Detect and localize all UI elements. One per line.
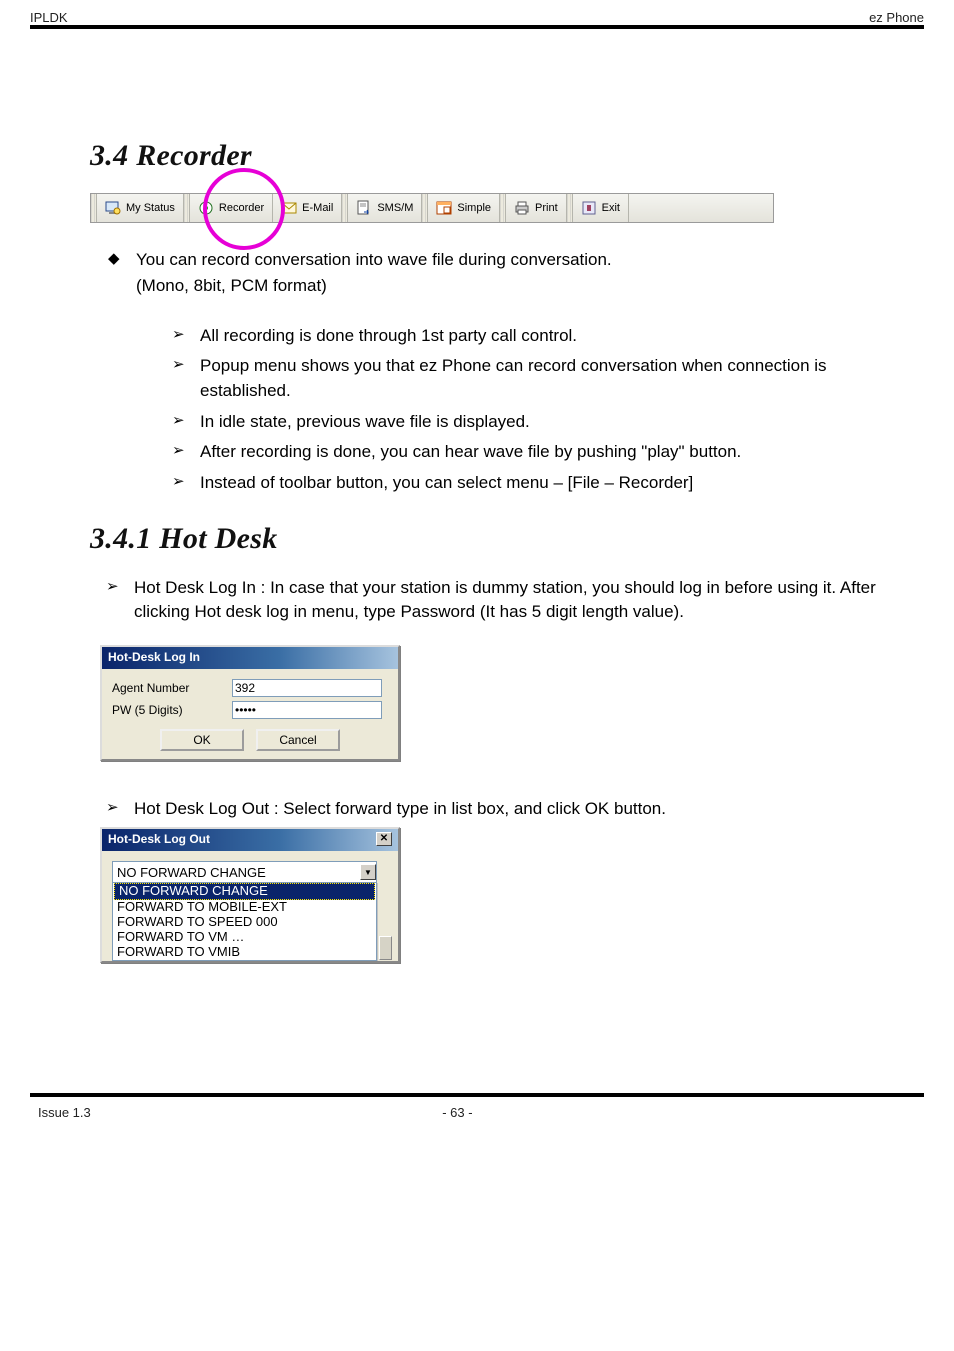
pw-input[interactable]	[232, 701, 382, 719]
close-icon[interactable]: ✕	[376, 832, 392, 846]
agent-number-input[interactable]	[232, 679, 382, 697]
scroll-thumb[interactable]	[379, 936, 392, 960]
login-title: Hot-Desk Log In	[108, 650, 200, 664]
forward-opt-3[interactable]: FORWARD TO VM …	[113, 930, 376, 945]
toolbar-exit-label: Exit	[602, 202, 620, 214]
forward-selected: NO FORWARD CHANGE	[117, 865, 266, 880]
header-right: ez Phone	[869, 10, 924, 25]
forward-opt-4[interactable]: FORWARD TO VMIB	[113, 945, 376, 960]
toolbar-sms[interactable]: SMS/M	[348, 194, 422, 222]
toolbar-email-label: E-Mail	[302, 202, 333, 214]
toolbar-my-status-label: My Status	[126, 202, 175, 214]
cancel-button[interactable]: Cancel	[256, 729, 340, 751]
pw-label: PW (5 Digits)	[112, 703, 232, 717]
login-para: Hot Desk Log In : In case that your stat…	[104, 576, 884, 625]
logout-para: Hot Desk Log Out : Select forward type i…	[104, 797, 884, 822]
forward-opt-0[interactable]: NO FORWARD CHANGE	[114, 883, 375, 900]
toolbar-simple-label: Simple	[457, 202, 491, 214]
logout-title: Hot-Desk Log Out	[108, 832, 210, 846]
toolbar-exit[interactable]: Exit	[573, 194, 629, 222]
hotdesk-login-dialog: Hot-Desk Log In Agent Number PW (5 Digit…	[100, 645, 400, 761]
toolbar: My Status Recorder E-Mail SMS/M	[90, 193, 774, 223]
intro-diamond: You can record conversation into wave fi…	[106, 247, 848, 496]
issue-text: Issue 1.3	[38, 1105, 91, 1120]
hotdesk-logout-dialog: Hot-Desk Log Out ✕ NO FORWARD CHANGE ▼ N…	[100, 827, 400, 963]
window-icon	[436, 200, 452, 216]
header-rule	[30, 25, 924, 29]
forward-opt-1[interactable]: FORWARD TO MOBILE-EXT	[113, 900, 376, 915]
forward-opt-2[interactable]: FORWARD TO SPEED 000	[113, 915, 376, 930]
toolbar-print[interactable]: Print	[506, 194, 567, 222]
login-titlebar: Hot-Desk Log In	[102, 647, 398, 669]
monitor-icon	[105, 200, 121, 216]
header-left: IPLDK	[30, 10, 68, 25]
page-header: IPLDK ez Phone	[30, 10, 924, 25]
printer-icon	[514, 200, 530, 216]
toolbar-recorder-label: Recorder	[219, 202, 264, 214]
agent-label: Agent Number	[112, 681, 232, 695]
intro-point-1: Popup menu shows you that ez Phone can r…	[170, 354, 848, 403]
intro-point-4: Instead of toolbar button, you can selec…	[170, 471, 848, 496]
intro-point-0: All recording is done through 1st party …	[170, 324, 848, 349]
toolbar-recorder[interactable]: Recorder	[190, 194, 273, 222]
intro-point-2: In idle state, previous wave file is dis…	[170, 410, 848, 435]
toolbar-email[interactable]: E-Mail	[273, 194, 342, 222]
toolbar-my-status[interactable]: My Status	[97, 194, 184, 222]
recorder-icon	[198, 200, 214, 216]
chevron-down-icon[interactable]: ▼	[360, 864, 376, 880]
toolbar-sms-label: SMS/M	[377, 202, 413, 214]
forward-combo[interactable]: NO FORWARD CHANGE ▼	[112, 861, 377, 883]
page-number: - 63 -	[442, 1105, 472, 1120]
ok-button[interactable]: OK	[160, 729, 244, 751]
logout-titlebar: Hot-Desk Log Out ✕	[102, 829, 398, 851]
page-footer: Issue 1.3 - 63 -	[30, 1105, 924, 1120]
forward-options-list[interactable]: NO FORWARD CHANGE FORWARD TO MOBILE-EXT …	[112, 883, 377, 961]
toolbar-screenshot: My Status Recorder E-Mail SMS/M	[90, 193, 884, 223]
footer-rule	[30, 1093, 924, 1097]
envelope-icon	[281, 200, 297, 216]
toolbar-simple[interactable]: Simple	[428, 194, 500, 222]
section-title: 3.4 Recorder	[90, 139, 884, 173]
hotdesk-heading: 3.4.1 Hot Desk	[90, 522, 884, 556]
document-send-icon	[356, 200, 372, 216]
scrollbar[interactable]	[377, 883, 393, 961]
intro-point-3: After recording is done, you can hear wa…	[170, 440, 848, 465]
toolbar-print-label: Print	[535, 202, 558, 214]
exit-icon	[581, 200, 597, 216]
